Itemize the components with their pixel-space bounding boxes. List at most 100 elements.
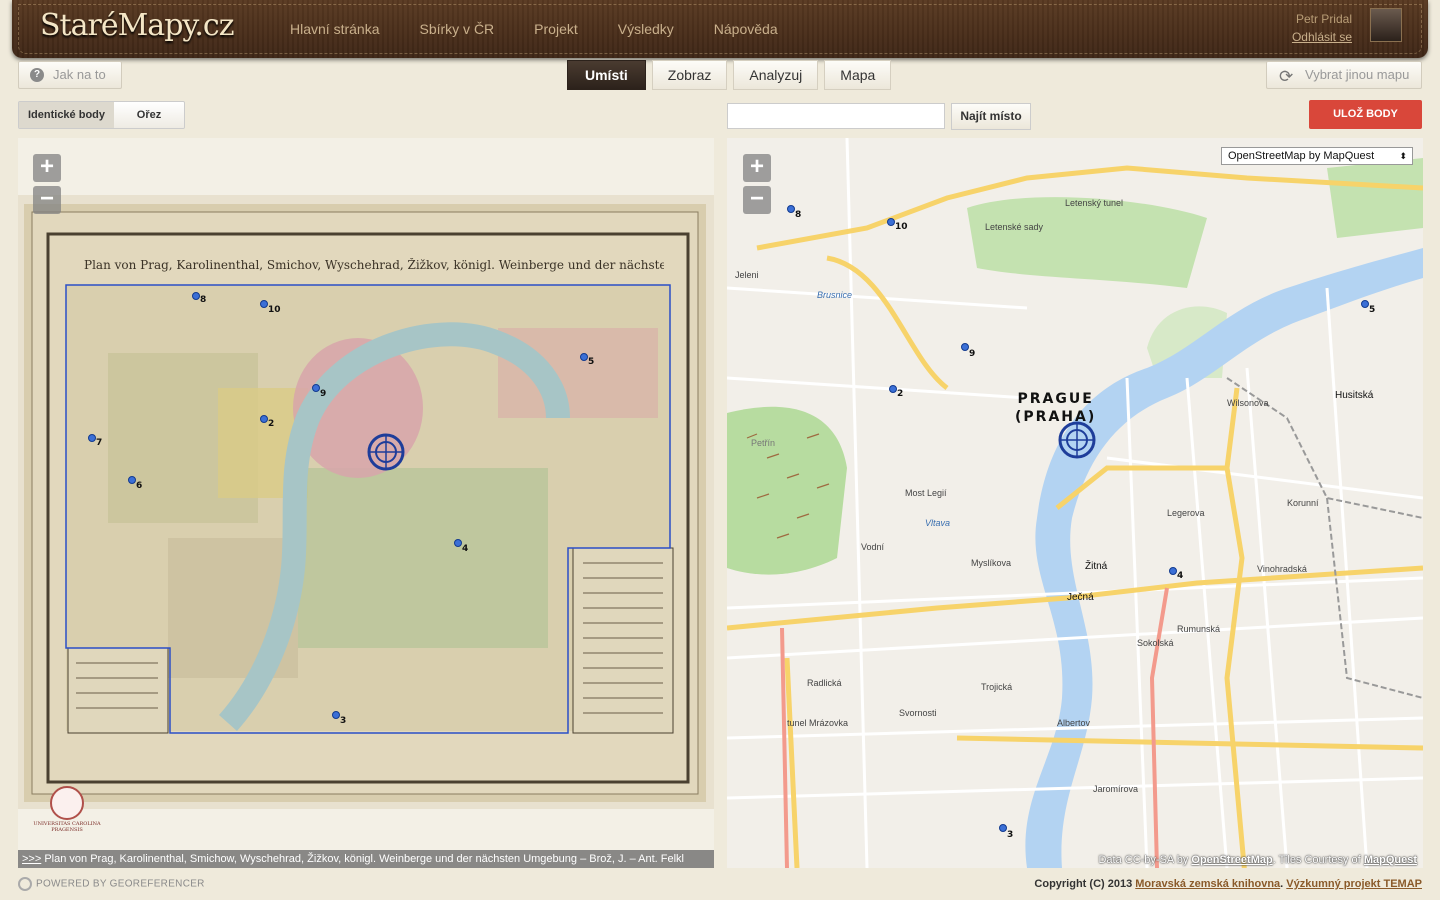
howto-label: Jak na to [53,67,106,82]
nav-help[interactable]: Nápověda [694,0,798,58]
gcp-marker[interactable] [332,711,340,719]
segment-identical-points[interactable]: Identické body [19,102,114,128]
street-label: Most Legií [905,488,947,498]
gcp-marker[interactable] [1169,567,1177,575]
copyright-text: Copyright (C) 2013 [1034,878,1133,890]
copyright: Copyright (C) 2013 Moravská zemská kniho… [1034,878,1422,890]
gcp-marker[interactable] [787,205,795,213]
mapquest-link[interactable]: MapQuest [1364,854,1417,866]
map-caption: >>> Plan von Prag, Karolinenthal, Smicho… [18,850,714,868]
gcp-label: 9 [320,389,327,399]
choose-other-map-button[interactable]: ⟳ Vybrat jinou mapu [1266,61,1422,89]
gcp-marker[interactable] [454,539,462,547]
street-label: Husitská [1335,390,1374,401]
nav-collections[interactable]: Sbírky v ČR [399,0,514,58]
street-label: Rumunská [1177,624,1221,634]
street-label: Vinohradská [1257,564,1307,574]
gcp-label: 3 [1007,830,1014,840]
georeferencer-logo-icon [18,877,32,891]
save-points-button[interactable]: ULOŽ BODY [1309,100,1422,129]
gcp-marker[interactable] [88,434,96,442]
gcp-marker[interactable] [1361,300,1369,308]
gcp-marker[interactable] [961,343,969,351]
gcp-marker[interactable] [999,824,1007,832]
gcp-marker[interactable] [192,292,200,300]
gcp-marker[interactable] [260,300,268,308]
tab-analyze[interactable]: Analyzuj [733,60,819,90]
map-attribution: Data CC-by-SA by OpenStreetMap. Tiles Co… [1098,854,1417,866]
attribution-prefix: Data CC-by-SA by [1098,854,1189,866]
target-crosshair-icon[interactable] [1057,420,1097,460]
gcp-marker[interactable] [260,415,268,423]
main-nav: Hlavní stránka Sbírky v ČR Projekt Výsle… [270,0,798,58]
caption-text: Plan von Prag, Karolinenthal, Smichow, W… [44,853,685,865]
street-label: Jaromírova [1093,784,1139,794]
street-label: Svornosti [899,708,937,718]
gcp-label: 2 [897,389,904,399]
street-label: Letenské sady [985,222,1044,232]
place-search-input[interactable] [727,103,945,129]
gcp-label: 6 [136,481,143,491]
gcp-label: 10 [268,305,281,315]
tab-view[interactable]: Zobraz [651,60,728,90]
chevron-updown-icon: ⬍ [1399,151,1407,161]
nav-home[interactable]: Hlavní stránka [270,0,399,58]
powered-by[interactable]: POWERED BY GEOREFERENCER [18,877,205,891]
attribution-mid: . Tiles Courtesy of [1272,854,1361,866]
header-bar: StaréMapy.cz Hlavní stránka Sbírky v ČR … [12,0,1428,58]
city-name: PRAGUE [1017,391,1094,407]
refresh-icon: ⟳ [1279,67,1294,86]
logo[interactable]: StaréMapy.cz [40,8,235,43]
old-map-image[interactable] [18,138,714,868]
powered-by-label: POWERED BY GEOREFERENCER [36,878,205,890]
gcp-label: 4 [1177,571,1184,581]
gcp-marker[interactable] [312,384,320,392]
gcp-label: 10 [895,222,908,232]
left-mode-switch: Identické body Ořez [18,101,185,129]
gcp-label: 3 [340,716,347,726]
university-seal: UNIVERSITAS CAROLINA PRAGENSIS [32,786,102,836]
logout-link[interactable]: Odhlásit se [1292,28,1352,46]
mzk-link[interactable]: Moravská zemská knihovna [1135,878,1280,890]
gcp-label: 7 [96,438,103,448]
street-label: Vodní [861,542,885,552]
layer-select-value: OpenStreetMap by MapQuest [1228,150,1375,162]
find-place-button[interactable]: Najít místo [951,103,1031,130]
help-icon: ? [30,68,44,82]
old-map-title: Plan von Prag, Karolinenthal, Smichov, W… [84,258,664,272]
gcp-label: 9 [969,349,976,359]
layer-select[interactable]: OpenStreetMap by MapQuest ⬍ [1221,147,1413,165]
old-map-viewer[interactable]: Plan von Prag, Karolinenthal, Smichov, W… [18,138,714,868]
tab-map[interactable]: Mapa [824,60,892,90]
gcp-marker[interactable] [889,385,897,393]
caption-link[interactable]: >>> [22,853,41,865]
nav-results[interactable]: Výsledky [598,0,694,58]
reference-map-viewer[interactable]: Letenské sady Brusnice Vltava Most Legií… [727,138,1423,868]
gcp-marker[interactable] [580,353,588,361]
avatar[interactable] [1370,8,1402,42]
street-label: Petřín [751,438,776,448]
zoom-in-button[interactable]: + [743,154,771,182]
nav-project[interactable]: Projekt [514,0,598,58]
gcp-marker[interactable] [128,476,136,484]
zoom-out-button[interactable]: − [33,186,61,214]
street-label: Sokolská [1137,638,1174,648]
howto-button[interactable]: ? Jak na to [18,61,122,89]
gcp-marker[interactable] [887,218,895,226]
seal-icon [50,786,84,820]
target-crosshair-icon[interactable] [366,432,406,472]
gcp-label: 2 [268,419,275,429]
gcp-label: 8 [200,295,207,305]
tab-place[interactable]: Umísti [567,60,646,90]
user-info: Petr Pridal Odhlásit se [1292,10,1352,46]
map-street-labels: Letenské sady Brusnice Vltava Most Legií… [727,138,1423,868]
temap-link[interactable]: Výzkumný projekt TEMAP [1286,878,1422,890]
zoom-out-button[interactable]: − [743,186,771,214]
zoom-in-button[interactable]: + [33,154,61,182]
street-label: Albertov [1057,718,1091,728]
segment-crop[interactable]: Ořez [114,102,184,128]
osm-link[interactable]: OpenStreetMap [1191,854,1272,866]
user-name: Petr Pridal [1295,12,1352,26]
street-label: Radlická [807,678,842,688]
street-label: Letenský tunel [1065,198,1124,208]
